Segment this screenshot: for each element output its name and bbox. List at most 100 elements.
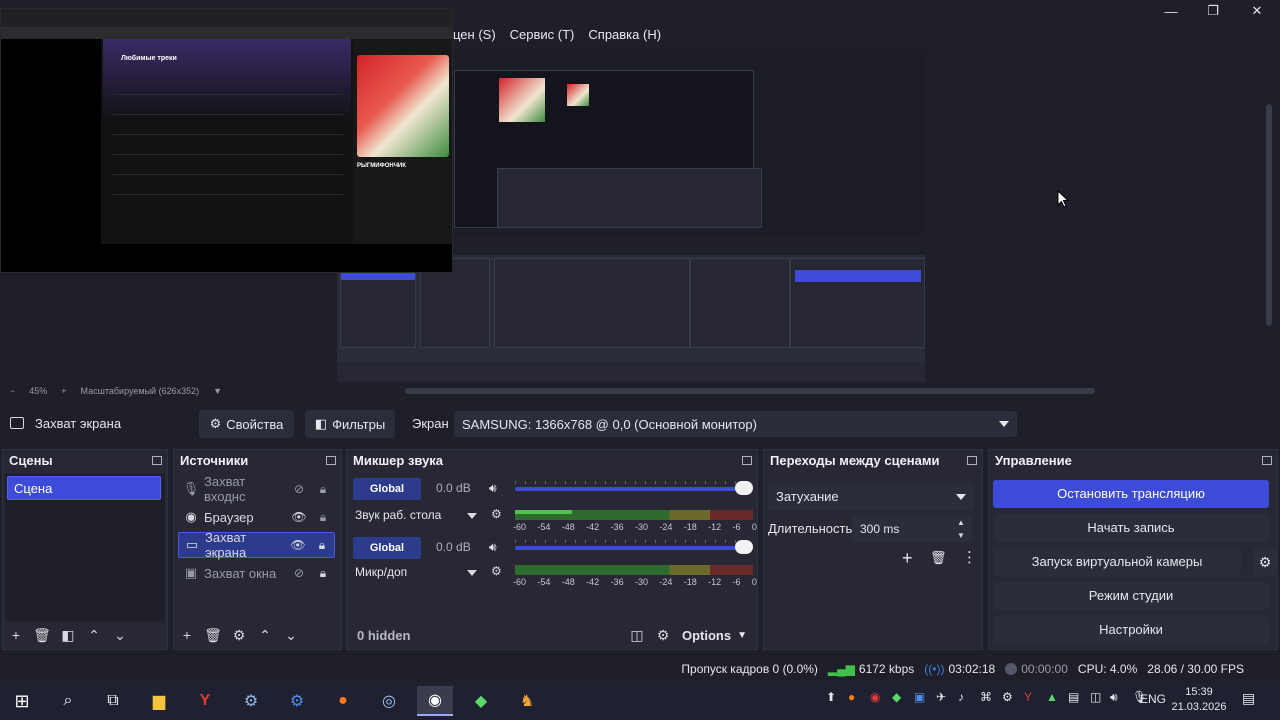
move-up-icon[interactable]: ⌃ — [252, 627, 278, 644]
network-icon[interactable]: ◫ — [1090, 690, 1101, 704]
global-badge[interactable]: Global — [353, 537, 421, 559]
lock-icon[interactable]: 🔒︎ — [310, 538, 334, 553]
studio-mode-button[interactable]: Режим студии — [993, 582, 1269, 610]
menu-item-scene[interactable]: цен (S) — [453, 27, 496, 42]
undock-icon[interactable] — [326, 456, 336, 465]
tray-icon[interactable]: ▤ — [1068, 690, 1079, 704]
undock-icon[interactable] — [152, 456, 162, 465]
channel-settings-icon[interactable]: ⚙ — [491, 507, 502, 521]
undock-icon[interactable] — [967, 456, 977, 465]
language-indicator[interactable]: ENG — [1140, 692, 1166, 706]
gear-icon[interactable]: ⚙ — [226, 627, 252, 644]
close-button[interactable]: ✕ — [1236, 0, 1278, 22]
properties-button[interactable]: ⚙ Свойства — [199, 410, 294, 438]
yandex-browser-icon[interactable]: Y — [187, 686, 223, 716]
search-icon[interactable]: ⌕ — [50, 686, 86, 716]
zoom-in-icon[interactable]: + — [61, 386, 66, 396]
windows-start-icon[interactable]: ⊞ — [4, 686, 40, 716]
tray-icon[interactable]: Y — [1024, 690, 1032, 704]
unlock-icon[interactable]: 🔒︎ — [311, 510, 335, 525]
eye-icon[interactable]: 👁︎ — [287, 510, 311, 524]
channel-settings-icon[interactable]: ⚙ — [491, 564, 502, 578]
move-up-icon[interactable]: ⌃ — [81, 627, 107, 644]
eye-hidden-icon[interactable]: ⊘ — [287, 566, 311, 580]
chevron-down-icon[interactable]: ▼ — [737, 630, 747, 641]
speaker-icon[interactable]: 🔊︎ — [489, 540, 497, 555]
tray-icon[interactable]: ⚙ — [1002, 690, 1013, 704]
gear-icon[interactable]: ⚙ — [1253, 548, 1277, 576]
obs-icon[interactable]: ◉ — [417, 686, 453, 716]
record-time: 00:00:00 — [1021, 661, 1068, 676]
notifications-icon[interactable]: ▤ — [1242, 690, 1255, 707]
preview-vertical-scrollbar[interactable] — [1266, 104, 1272, 326]
trash-icon[interactable]: 🗑 — [200, 627, 226, 644]
speaker-icon[interactable]: 🔊︎ — [489, 481, 497, 496]
source-row[interactable]: ▣ Захват окна ⊘ 🔒︎ — [178, 560, 335, 586]
more-options-icon[interactable]: ⋮ — [962, 548, 977, 566]
eye-hidden-icon[interactable]: ⊘ — [287, 482, 311, 496]
global-badge[interactable]: Global — [353, 478, 421, 500]
volume-slider[interactable] — [515, 487, 745, 491]
tray-icon[interactable]: ◉ — [870, 690, 880, 704]
duration-stepper[interactable]: ▲ ▼ — [957, 516, 965, 542]
add-icon[interactable]: + — [174, 627, 200, 643]
tray-icon[interactable]: ▣ — [914, 690, 925, 704]
stop-streaming-button[interactable]: Остановить трансляцию — [993, 480, 1269, 508]
menu-item-help[interactable]: Справка (H) — [588, 27, 661, 42]
source-row[interactable]: 🎙 Захват входнс ⊘ 🔒︎ — [178, 474, 335, 504]
tray-icon[interactable]: ● — [848, 690, 855, 704]
app-icon[interactable]: ◎ — [371, 686, 407, 716]
menu-item-tools[interactable]: Сервис (T) — [510, 27, 575, 42]
lock-icon[interactable]: 🔒︎ — [311, 566, 335, 581]
eye-icon[interactable]: 👁︎ — [286, 538, 310, 552]
volume-icon[interactable]: 🔊︎ — [1110, 690, 1118, 705]
start-virtual-camera-button[interactable]: Запуск виртуальной камеры — [993, 548, 1241, 576]
chevron-down-icon[interactable] — [467, 513, 477, 519]
undock-icon[interactable] — [742, 456, 752, 465]
transition-select[interactable]: Затухание — [768, 484, 974, 510]
app-icon[interactable]: ● — [325, 686, 361, 716]
trash-icon[interactable]: 🗑 — [29, 627, 55, 644]
options-button[interactable]: Options — [682, 628, 731, 643]
tray-icon[interactable]: ▲ — [1046, 690, 1058, 704]
duration-input[interactable]: 300 ms — [852, 516, 972, 542]
add-icon[interactable]: + — [902, 548, 913, 569]
layout-toggle-icon[interactable]: ◫ — [624, 627, 650, 644]
tray-icon[interactable]: ⬆ — [826, 690, 836, 704]
volume-slider[interactable] — [515, 546, 745, 550]
start-recording-button[interactable]: Начать запись — [993, 514, 1269, 542]
scene-item[interactable]: Сцена — [7, 476, 161, 500]
tray-icon[interactable]: ✈ — [936, 690, 946, 704]
source-row[interactable]: ◉ Браузер 👁︎ 🔒︎ — [178, 504, 335, 530]
volume-slider-handle[interactable] — [735, 481, 753, 495]
file-explorer-icon[interactable]: ▆ — [141, 686, 177, 716]
lock-icon[interactable]: 🔒︎ — [311, 482, 335, 497]
move-down-icon[interactable]: ⌄ — [107, 627, 133, 644]
maximize-button[interactable]: ❐ — [1192, 0, 1234, 22]
app-icon[interactable]: ◆ — [463, 686, 499, 716]
tray-icon[interactable]: ⌘ — [980, 690, 992, 704]
settings-button[interactable]: Настройки — [993, 616, 1269, 644]
zoom-out-icon[interactable]: − — [10, 386, 15, 396]
volume-slider-handle[interactable] — [735, 540, 753, 554]
preview-horizontal-scrollbar[interactable] — [405, 388, 1095, 394]
chevron-down-icon[interactable] — [467, 570, 477, 576]
move-down-icon[interactable]: ⌄ — [278, 627, 304, 644]
filter-icon[interactable]: ◧ — [55, 627, 81, 644]
source-row-selected[interactable]: ▭ Захват экрана 👁︎ 🔒︎ — [178, 530, 335, 560]
add-icon[interactable]: + — [3, 627, 29, 643]
filters-button[interactable]: ◧ Фильтры — [305, 410, 395, 438]
minimize-button[interactable]: — — [1150, 0, 1192, 22]
tray-icon[interactable]: ◆ — [892, 690, 901, 704]
task-view-icon[interactable]: ⧉ — [95, 686, 131, 716]
screen-select[interactable]: SAMSUNG: 1366x768 @ 0,0 (Основной монито… — [454, 411, 1017, 437]
tray-icon[interactable]: ♪ — [958, 690, 964, 704]
scale-mode-dropdown-icon[interactable]: ▼ — [213, 386, 222, 396]
steam-alt-icon[interactable]: ⚙ — [279, 686, 315, 716]
steam-icon[interactable]: ⚙ — [233, 686, 269, 716]
game-icon[interactable]: ♞ — [509, 686, 545, 716]
advanced-audio-icon[interactable]: ⚙ — [650, 627, 676, 644]
undock-icon[interactable] — [1262, 456, 1272, 465]
trash-icon[interactable]: 🗑 — [930, 550, 947, 566]
clock[interactable]: 15:39 21.03.2026 — [1168, 685, 1230, 715]
